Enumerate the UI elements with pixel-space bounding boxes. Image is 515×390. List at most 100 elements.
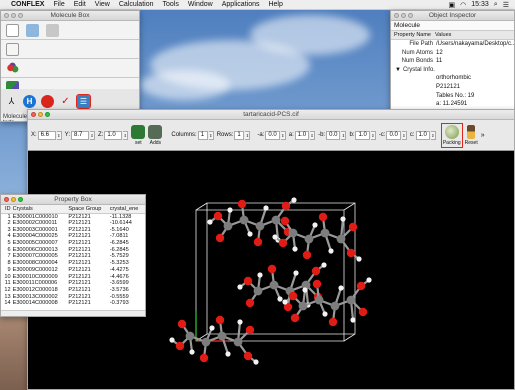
hydrogen-icon[interactable]: H <box>23 94 36 108</box>
col-space-group[interactable]: Space Group <box>67 205 109 214</box>
table-row[interactable]: 10 E300010C000009 P212121 -4.4676 <box>1 273 145 280</box>
columns-input[interactable]: 1 <box>197 130 208 140</box>
table-row[interactable]: 13 E300013C000002 P212121 -0.5559 <box>1 293 145 300</box>
rows-label: Rows: <box>216 132 234 138</box>
table-row[interactable]: 14 E300014C000008 P212121 -0.3793 <box>1 300 145 307</box>
table-row[interactable]: 5 E300005C000007 P212121 -6.2845 <box>1 240 145 247</box>
columns-stepper[interactable]: ⇕ <box>208 130 214 140</box>
table-row[interactable]: 8 E300008C000004 P212121 -5.3253 <box>1 260 145 267</box>
col-id[interactable]: ID <box>1 205 12 214</box>
set-button[interactable]: set <box>131 124 146 146</box>
minimize-icon[interactable] <box>38 112 43 117</box>
zoom-icon[interactable] <box>18 197 23 202</box>
molecule-box-titlebar[interactable]: Molecule Box <box>1 11 139 21</box>
property-list-icon[interactable]: ☰ <box>76 93 91 109</box>
neg-c-input[interactable]: 0.0 <box>386 130 401 140</box>
menu-file[interactable]: File <box>53 1 64 8</box>
zoom-icon[interactable] <box>18 13 23 18</box>
table-row[interactable]: 6 E300006C000013 P212121 -6.2845 <box>1 246 145 253</box>
molecule-box-footer-item[interactable]: tartr <box>3 120 14 121</box>
clock[interactable]: 15:33 <box>471 1 489 8</box>
neg-c-stepper[interactable]: ⇕ <box>401 130 407 140</box>
minimize-icon[interactable] <box>11 13 16 18</box>
table-row[interactable]: 3 E300003C000001 P212121 -5.1640 <box>1 226 145 233</box>
menu-view[interactable]: View <box>95 1 110 8</box>
save-icon[interactable] <box>46 23 59 37</box>
y-input[interactable]: 8.7 <box>71 130 90 140</box>
inspector-row[interactable]: File Path/Users/nakayama/Desktop/c... <box>391 40 514 49</box>
table-row[interactable]: 2 E300002C000011 P212121 -10.6144 <box>1 220 145 227</box>
table-row[interactable]: 1 E300001C000010 P212121 -11.1328 <box>1 213 145 220</box>
minimize-icon[interactable] <box>401 13 406 18</box>
molecule-view-icon[interactable]: ⅄ <box>5 95 18 108</box>
stop-icon[interactable] <box>41 94 54 108</box>
open-folder-icon[interactable] <box>26 23 39 37</box>
adds-button[interactable]: Adds <box>148 124 163 146</box>
neg-a-input[interactable]: 0.0 <box>265 130 280 140</box>
property-box-titlebar[interactable]: Property Box <box>1 195 145 205</box>
list-icon[interactable]: ☰ <box>503 1 509 9</box>
rows-input[interactable]: 1 <box>234 130 245 140</box>
toolbar-overflow-icon[interactable]: » <box>481 132 485 139</box>
c-stepper[interactable]: ⇕ <box>430 130 436 140</box>
c-input[interactable]: 1.0 <box>415 130 430 140</box>
new-document-icon[interactable] <box>6 23 19 37</box>
col-crystal-energy[interactable]: crystal_ene <box>108 205 145 214</box>
close-icon[interactable] <box>4 13 9 18</box>
b-input[interactable]: 1.0 <box>355 130 370 140</box>
neg-b-stepper[interactable]: ⇕ <box>341 130 347 140</box>
oxygen-atom <box>312 279 322 289</box>
neg-a-stepper[interactable]: ⇕ <box>280 130 286 140</box>
reset-button[interactable]: Reset <box>465 124 478 146</box>
table-row[interactable]: 11 E300011C000006 P212121 -3.6599 <box>1 280 145 287</box>
a-stepper[interactable]: ⇕ <box>310 130 316 140</box>
search-icon[interactable]: ⌕ <box>494 1 498 9</box>
check-icon[interactable]: ✓ <box>59 95 72 108</box>
wifi-icon[interactable]: ◠ <box>460 1 466 9</box>
a-input[interactable]: 1.0 <box>294 130 310 140</box>
neg-b-input[interactable]: 0.0 <box>326 130 341 140</box>
menu-tools[interactable]: Tools <box>162 1 178 8</box>
menu-app-name[interactable]: CONFLEX <box>11 1 44 8</box>
z-stepper[interactable]: ⇕ <box>123 130 129 140</box>
x-input[interactable]: 6.6 <box>37 130 56 140</box>
molecule-spheres-icon[interactable] <box>6 61 19 75</box>
menu-applications[interactable]: Applications <box>222 1 260 8</box>
inspector-col-values[interactable]: Values <box>435 32 451 38</box>
menu-calculation[interactable]: Calculation <box>119 1 154 8</box>
packing-button[interactable]: Packing <box>440 122 463 148</box>
menu-help[interactable]: Help <box>268 1 282 8</box>
inspector-row[interactable]: Tables No.: 19 <box>391 91 514 101</box>
viewer-titlebar[interactable]: tartaricacid-PCS.cif <box>28 110 514 120</box>
x-stepper[interactable]: ⇕ <box>56 130 62 140</box>
y-stepper[interactable]: ⇕ <box>90 130 96 140</box>
minimize-icon[interactable] <box>11 197 16 202</box>
status-icon[interactable]: ▣ <box>449 1 456 9</box>
rows-stepper[interactable]: ⇕ <box>245 130 251 140</box>
display-icon[interactable] <box>6 42 19 56</box>
inspector-row[interactable]: orthorhombic <box>391 74 514 83</box>
inspector-row[interactable]: Num Bonds 11 <box>391 57 514 66</box>
z-input[interactable]: 1.0 <box>104 130 123 140</box>
inspector-row[interactable]: ▼ Crystal Info. <box>391 65 514 75</box>
object-inspector-titlebar[interactable]: Object Inspector <box>391 11 514 21</box>
table-row[interactable]: 12 E300012C000018 P212121 -3.5736 <box>1 287 145 294</box>
row-space-group: P212121 <box>68 273 91 280</box>
b-stepper[interactable]: ⇕ <box>370 130 376 140</box>
close-icon[interactable] <box>394 13 399 18</box>
inspector-row[interactable]: P212121 <box>391 82 514 92</box>
close-icon[interactable] <box>4 197 9 202</box>
inspector-row[interactable]: Num Atoms 12 <box>391 48 514 58</box>
table-row[interactable]: 9 E300009C000012 P212121 -4.4275 <box>1 267 145 274</box>
inspector-row[interactable]: a: 11.24591 <box>391 100 514 109</box>
col-crystals[interactable]: Crystals <box>11 205 68 214</box>
zoom-icon[interactable] <box>408 13 413 18</box>
close-icon[interactable] <box>31 112 36 117</box>
table-row[interactable]: 7 E300007C000005 P212121 -5.7529 <box>1 253 145 260</box>
menu-edit[interactable]: Edit <box>74 1 86 8</box>
table-row[interactable]: 4 E300004C000025 P212121 -7.0811 <box>1 233 145 240</box>
menu-window[interactable]: Window <box>188 1 213 8</box>
zoom-icon[interactable] <box>45 112 50 117</box>
row-space-group: P212121 <box>68 293 91 300</box>
inspector-col-property[interactable]: Property Name <box>394 32 431 38</box>
